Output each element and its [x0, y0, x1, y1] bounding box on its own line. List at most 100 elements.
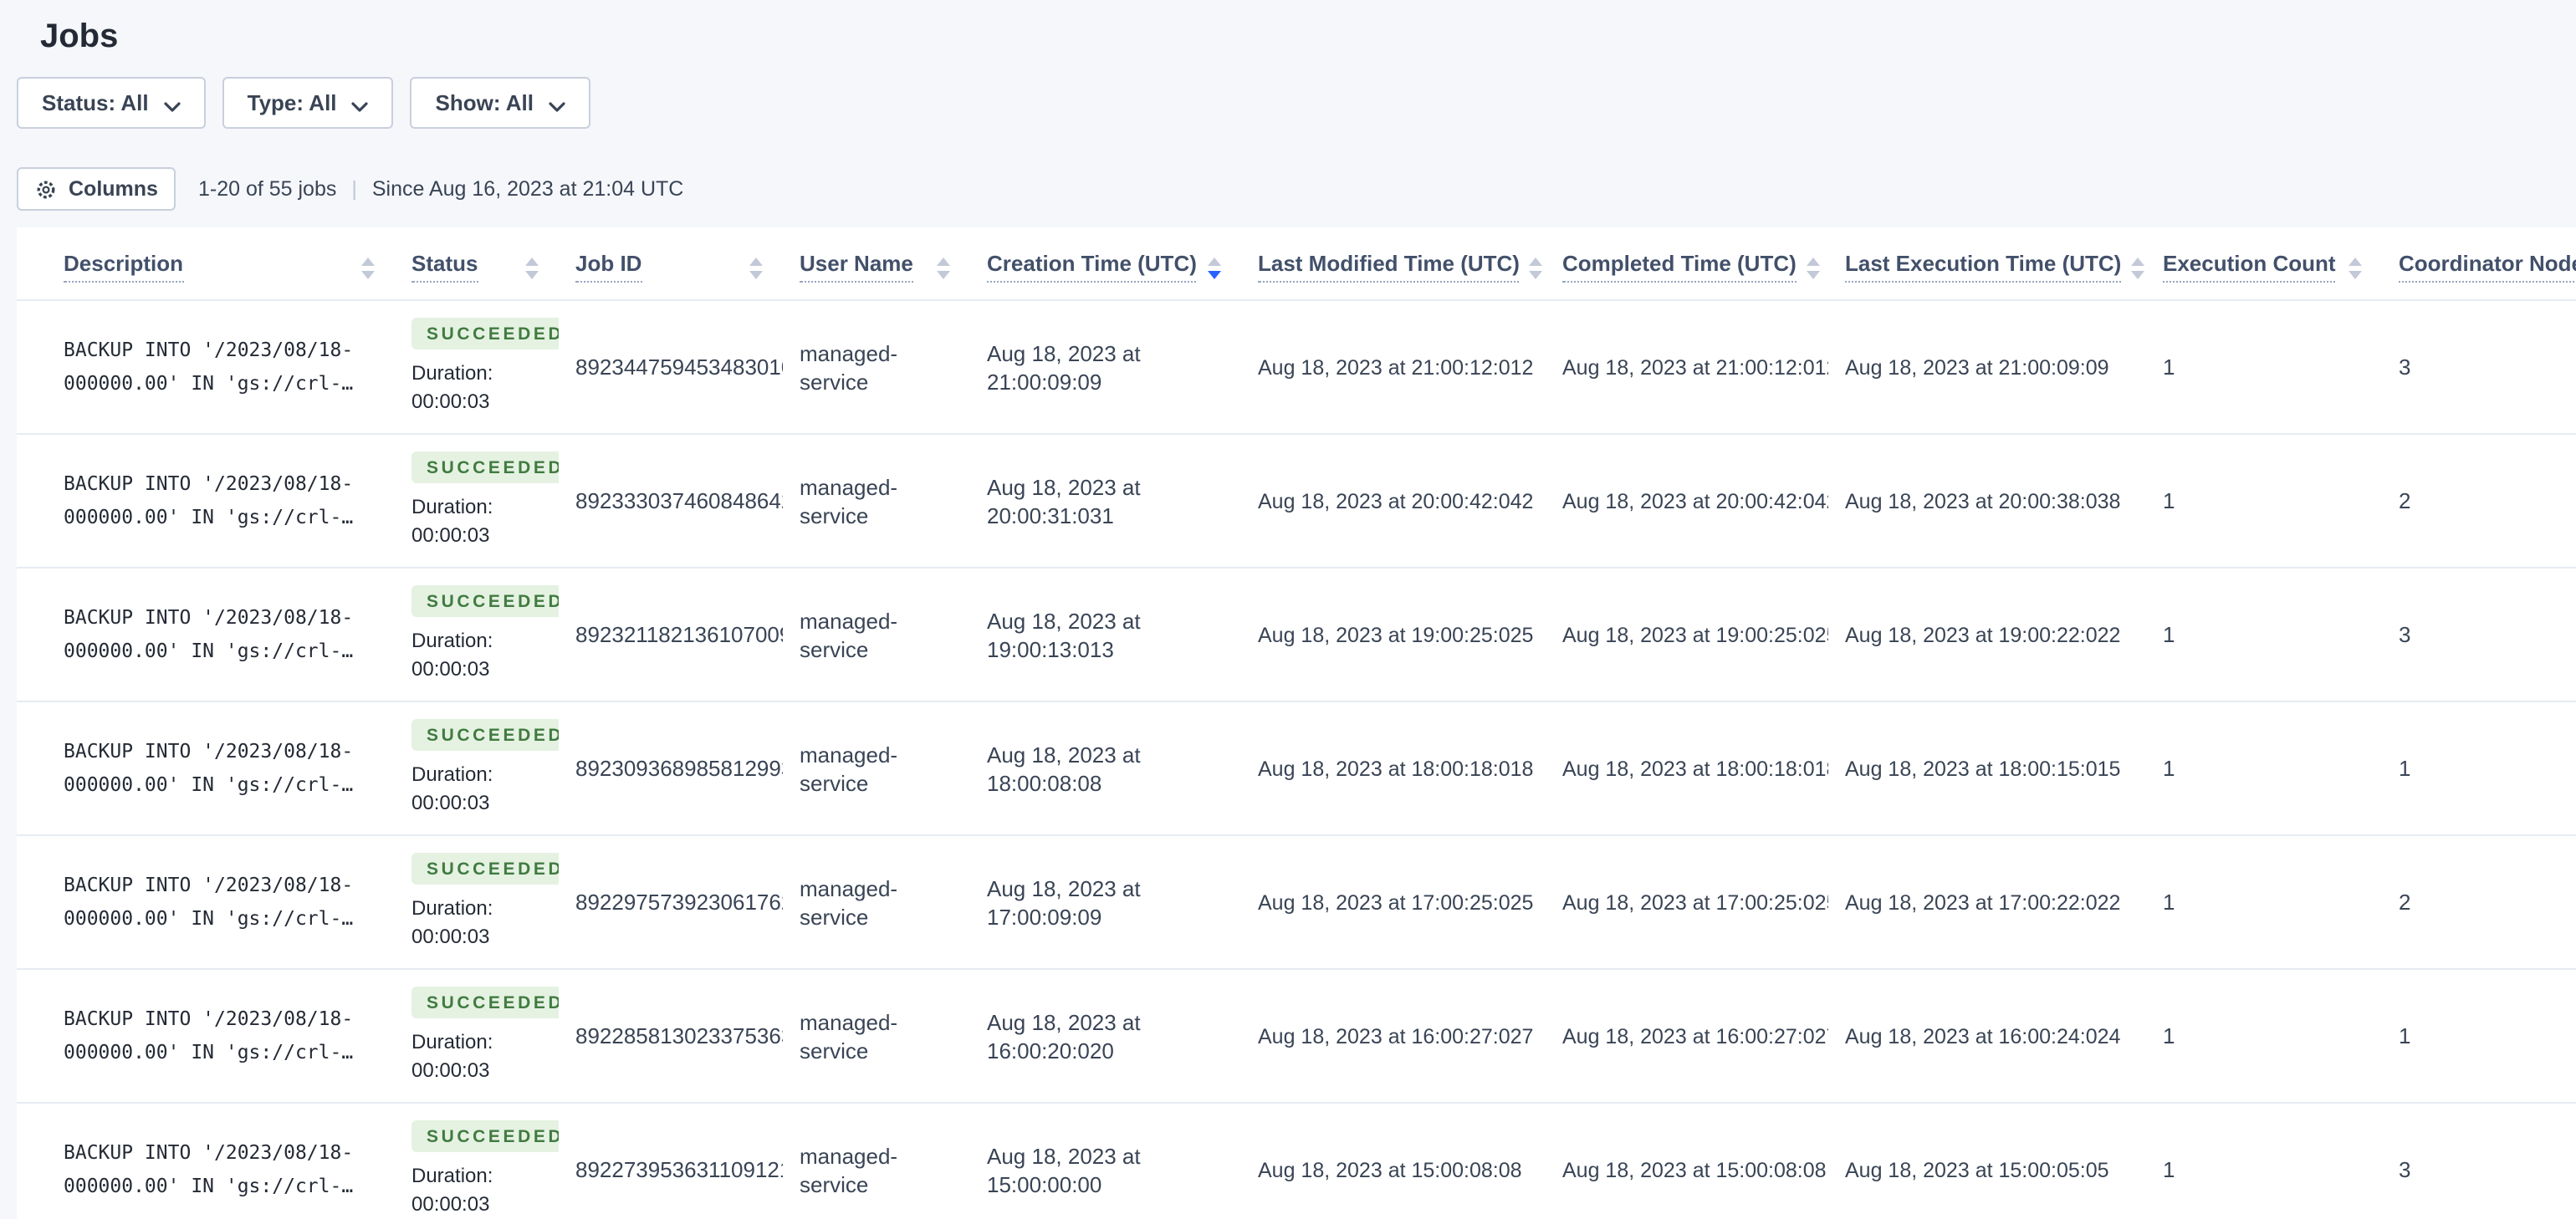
completed-time: Aug 18, 2023 at 20:00:42:042	[1562, 489, 1828, 513]
sort-arrows-icon[interactable]	[2131, 258, 2145, 279]
column-header-completed-time-utc[interactable]: Completed Time (UTC)	[1546, 227, 1828, 301]
job-description-link[interactable]: BACKUP INTO '/2023/08/18- 000000.00' IN …	[64, 1003, 395, 1069]
table-row: BACKUP INTO '/2023/08/18- 000000.00' IN …	[17, 969, 2576, 1104]
column-header-description[interactable]: Description	[17, 227, 395, 301]
status-badge: SUCCEEDED	[411, 1120, 559, 1152]
user-name: managed-service	[800, 474, 898, 528]
job-description-link[interactable]: BACKUP INTO '/2023/08/18- 000000.00' IN …	[64, 1137, 395, 1202]
status-badge: SUCCEEDED	[411, 987, 559, 1018]
filter-bar: Status: All Type: All Show: All	[17, 77, 591, 129]
toolbar-separator: |	[351, 177, 357, 201]
last-modified-time: Aug 18, 2023 at 15:00:08:08	[1258, 1158, 1522, 1181]
duration-label: Duration:	[411, 495, 493, 518]
duration-value: 00:00:03	[411, 1192, 490, 1216]
type-filter-dropdown[interactable]: Type: All	[222, 77, 394, 129]
show-filter-dropdown[interactable]: Show: All	[410, 77, 591, 129]
last-modified-time: Aug 18, 2023 at 17:00:25:025	[1258, 890, 1534, 914]
column-header-coordinator-node[interactable]: Coordinator Node	[2382, 227, 2576, 301]
last-execution-time: Aug 18, 2023 at 20:00:38:038	[1845, 489, 2121, 513]
table-row: BACKUP INTO '/2023/08/18- 000000.00' IN …	[17, 300, 2576, 435]
table-header-row: Description Status Job ID User Name Crea…	[17, 227, 2576, 301]
creation-time: Aug 18, 2023 at 17:00:09:09	[987, 875, 1141, 929]
jobs-page: Jobs Status: All Type: All Show: All Col…	[0, 0, 2576, 1219]
sort-arrows-icon[interactable]	[2349, 258, 2362, 279]
job-description-link[interactable]: BACKUP INTO '/2023/08/18- 000000.00' IN …	[64, 334, 395, 400]
execution-count: 1	[2163, 756, 2175, 781]
user-name: managed-service	[800, 340, 898, 394]
execution-count: 1	[2163, 1157, 2175, 1182]
execution-count: 1	[2163, 488, 2175, 513]
last-execution-time: Aug 18, 2023 at 19:00:22:022	[1845, 623, 2121, 646]
job-description-link[interactable]: BACKUP INTO '/2023/08/18- 000000.00' IN …	[64, 870, 395, 935]
job-id: 892321182136107009	[575, 622, 783, 647]
sort-arrows-icon[interactable]	[361, 258, 375, 279]
column-header-last-modified-time-utc[interactable]: Last Modified Time (UTC)	[1241, 227, 1546, 301]
completed-time: Aug 18, 2023 at 18:00:18:018	[1562, 757, 1828, 780]
table-row: BACKUP INTO '/2023/08/18- 000000.00' IN …	[17, 568, 2576, 702]
jobs-table-card: Description Status Job ID User Name Crea…	[17, 227, 2576, 1219]
duration-label: Duration:	[411, 361, 493, 385]
duration-label: Duration:	[411, 763, 493, 786]
jobs-count-text: 1-20 of 55 jobs	[197, 177, 337, 201]
gear-icon	[35, 178, 57, 200]
status-filter-label: Status: All	[42, 90, 149, 115]
sort-arrows-icon[interactable]	[749, 258, 763, 279]
job-id: 892344759453483010	[575, 354, 783, 380]
status-badge: SUCCEEDED	[411, 853, 559, 885]
status-badge: SUCCEEDED	[411, 451, 559, 483]
sort-arrows-icon[interactable]	[937, 258, 950, 279]
table-toolbar: Columns 1-20 of 55 jobs | Since Aug 16, …	[17, 167, 683, 211]
sort-arrows-icon[interactable]	[525, 258, 539, 279]
type-filter-label: Type: All	[247, 90, 337, 115]
last-modified-time: Aug 18, 2023 at 19:00:25:025	[1258, 623, 1534, 646]
last-modified-time: Aug 18, 2023 at 16:00:27:027	[1258, 1024, 1534, 1048]
sort-arrows-icon[interactable]	[1806, 258, 1820, 279]
column-header-user-name[interactable]: User Name	[783, 227, 970, 301]
duration-label: Duration:	[411, 1164, 493, 1187]
duration-label: Duration:	[411, 629, 493, 652]
execution-count: 1	[2163, 354, 2175, 380]
jobs-table: Description Status Job ID User Name Crea…	[17, 227, 2576, 1219]
coordinator-node: 1	[2399, 756, 2411, 781]
job-description-link[interactable]: BACKUP INTO '/2023/08/18- 000000.00' IN …	[64, 468, 395, 533]
completed-time: Aug 18, 2023 at 21:00:12:012	[1562, 355, 1828, 379]
duration-value: 00:00:03	[411, 1058, 490, 1082]
status-badge: SUCCEEDED	[411, 318, 559, 349]
sort-arrows-icon[interactable]	[1529, 258, 1543, 279]
creation-time: Aug 18, 2023 at 21:00:09:09	[987, 340, 1141, 394]
table-row: BACKUP INTO '/2023/08/18- 000000.00' IN …	[17, 701, 2576, 836]
job-id: 892273953631109121	[575, 1157, 783, 1182]
column-header-last-execution-time-utc[interactable]: Last Execution Time (UTC)	[1828, 227, 2146, 301]
duration-value: 00:00:03	[411, 523, 490, 547]
execution-count: 1	[2163, 622, 2175, 647]
coordinator-node: 3	[2399, 354, 2411, 380]
duration-value: 00:00:03	[411, 390, 490, 413]
column-header-job-id[interactable]: Job ID	[559, 227, 783, 301]
duration-value: 00:00:03	[411, 791, 490, 814]
job-id: 892333037460848642	[575, 488, 783, 513]
duration-label: Duration:	[411, 1030, 493, 1053]
execution-count: 1	[2163, 890, 2175, 915]
table-row: BACKUP INTO '/2023/08/18- 000000.00' IN …	[17, 1103, 2576, 1219]
table-row: BACKUP INTO '/2023/08/18- 000000.00' IN …	[17, 434, 2576, 569]
job-id: 892285813023375363	[575, 1023, 783, 1048]
status-badge: SUCCEEDED	[411, 585, 559, 617]
job-description-link[interactable]: BACKUP INTO '/2023/08/18- 000000.00' IN …	[64, 602, 395, 667]
chevron-down-icon	[164, 91, 181, 116]
status-filter-dropdown[interactable]: Status: All	[17, 77, 206, 129]
user-name: managed-service	[800, 742, 898, 795]
completed-time: Aug 18, 2023 at 15:00:08:08	[1562, 1158, 1827, 1181]
columns-button-label: Columns	[69, 177, 158, 201]
creation-time: Aug 18, 2023 at 16:00:20:020	[987, 1009, 1141, 1063]
job-id: 892297573923061762	[575, 890, 783, 915]
coordinator-node: 3	[2399, 622, 2411, 647]
column-header-execution-count[interactable]: Execution Count	[2146, 227, 2382, 301]
job-description-link[interactable]: BACKUP INTO '/2023/08/18- 000000.00' IN …	[64, 736, 395, 801]
execution-count: 1	[2163, 1023, 2175, 1048]
columns-button[interactable]: Columns	[17, 167, 176, 211]
since-text: Since Aug 16, 2023 at 21:04 UTC	[371, 177, 684, 201]
sort-arrows-icon[interactable]	[1208, 258, 1221, 279]
completed-time: Aug 18, 2023 at 16:00:27:027	[1562, 1024, 1828, 1048]
column-header-creation-time-utc[interactable]: Creation Time (UTC)	[970, 227, 1241, 301]
column-header-status[interactable]: Status	[395, 227, 559, 301]
